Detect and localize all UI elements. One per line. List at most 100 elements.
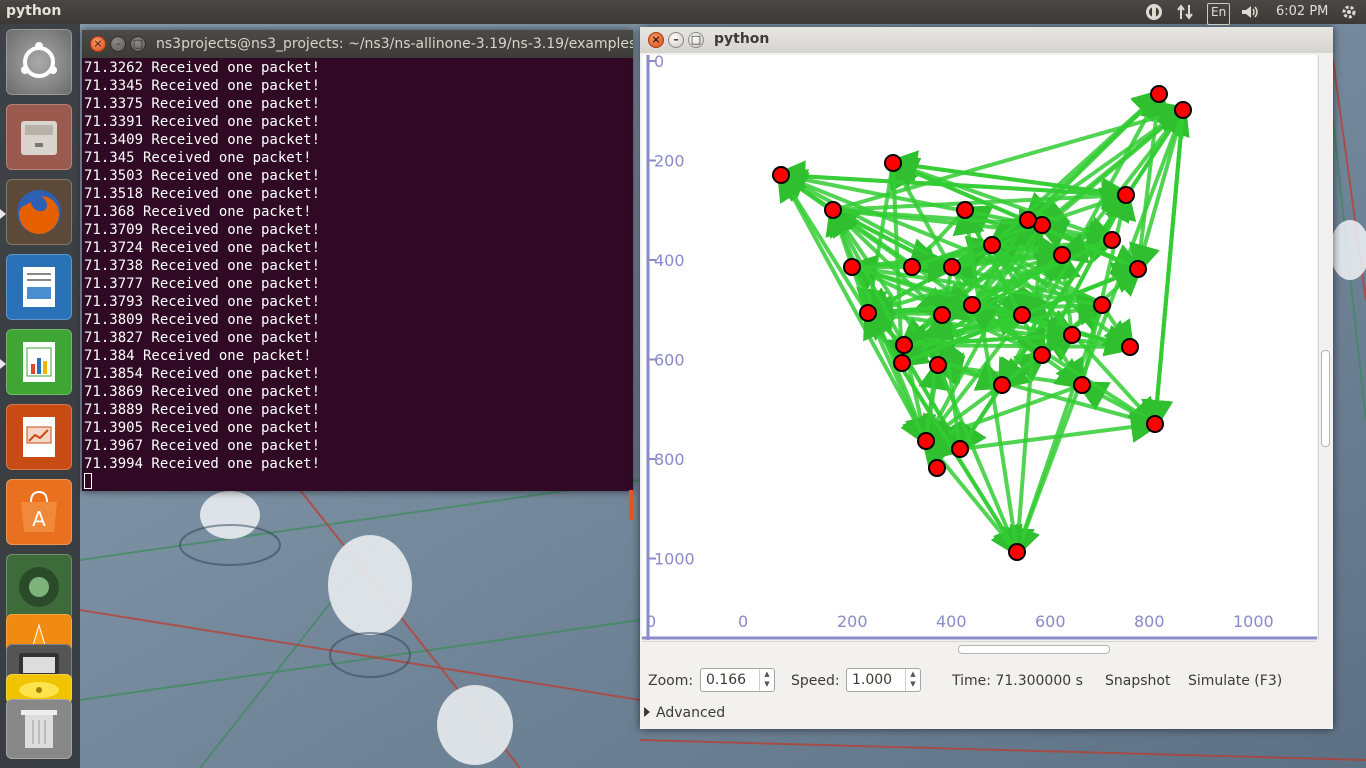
network-node[interactable] [929,356,947,374]
scroll-thumb[interactable] [958,645,1110,654]
minimize-icon[interactable]: – [668,32,684,48]
advanced-expander[interactable]: Advanced [644,705,725,721]
terminal-line: 71.3854 Received one packet! [84,366,321,382]
network-node[interactable] [917,432,935,450]
network-node[interactable] [1103,231,1121,249]
network-icon[interactable] [1176,2,1194,22]
network-topology-graph[interactable]: 0 200 400 600 800 1000 0 0 200 400 600 800 1000 [642,55,1317,640]
terminal-titlebar[interactable]: × – □ ns3projects@ns3_projects: ~/ns3/ns… [82,30,633,58]
terminal-output[interactable]: 71.3262 Received one packet! 71.3345 Rece… [82,58,633,492]
network-node[interactable] [1150,85,1168,103]
ubuntu-dash-icon[interactable] [6,29,72,95]
software-center-icon[interactable]: A [6,479,72,545]
x-tick-label: 1000 [1233,612,1274,631]
terminal-line: 71.3409 Received one packet! [84,132,321,148]
volume-icon[interactable] [1240,2,1260,22]
network-node[interactable] [983,236,1001,254]
settings-gear-icon[interactable] [1340,2,1358,22]
network-node[interactable] [1073,376,1091,394]
spin-arrows-icon[interactable]: ▲ ▼ [759,669,774,691]
firefox-icon[interactable] [6,179,72,245]
simulate-button[interactable]: Simulate (F3) [1188,673,1282,689]
zoom-value: 0.166 [706,672,747,688]
terminal-line: 71.3905 Received one packet! [84,420,321,436]
network-node[interactable] [1019,211,1037,229]
spin-arrows-icon[interactable]: ▲ ▼ [905,669,920,691]
terminal-line: 71.3809 Received one packet! [84,312,321,328]
zoom-label: Zoom: [648,673,694,689]
canvas-horizontal-scrollbar[interactable] [642,641,1316,656]
terminal-line: 71.3738 Received one packet! [84,258,321,274]
minimize-icon[interactable]: – [110,36,126,52]
sim-time: Time: 71.300000 s [952,673,1083,689]
packet-link-arrow [924,103,1188,443]
terminal-prompt-line [84,473,631,491]
network-node[interactable] [1174,101,1192,119]
network-node[interactable] [1008,543,1026,561]
speed-spinbutton[interactable]: 1.000 ▲ ▼ [846,668,921,692]
dropbox-icon[interactable] [1144,2,1164,22]
network-node[interactable] [963,296,981,314]
network-node[interactable] [943,258,961,276]
pyviz-titlebar[interactable]: × – □ python [640,27,1333,53]
active-app-title: python [6,3,62,19]
terminal-line: 71.3503 Received one packet! [84,168,321,184]
keyboard-language-icon[interactable]: En [1207,3,1231,25]
close-icon[interactable]: × [648,32,664,48]
terminal-scrollbar[interactable] [629,490,633,520]
network-node[interactable] [843,258,861,276]
close-icon[interactable]: × [90,36,106,52]
zoom-spinbutton[interactable]: 0.166 ▲ ▼ [700,668,775,692]
network-node[interactable] [1053,246,1071,264]
x-tick-label: 800 [1134,612,1165,631]
files-icon[interactable] [6,104,72,170]
pyviz-window[interactable]: × – □ python 0 200 400 600 800 1000 0 0 200 400 6… [640,27,1333,729]
pyviz-title: python [714,31,770,47]
pyviz-toolbar: Zoom: 0.166 ▲ ▼ Speed: 1.000 ▲ ▼ Time: 71.… [640,667,1333,697]
svg-text:A: A [32,507,46,531]
network-node[interactable] [993,376,1011,394]
network-node[interactable] [1033,346,1051,364]
maximize-icon[interactable]: □ [130,36,146,52]
y-tick-label: 0 [654,55,664,71]
workspace-switcher-icon[interactable] [6,554,72,620]
x-tick-label: 600 [1035,612,1066,631]
network-node[interactable] [928,459,946,477]
network-node[interactable] [903,258,921,276]
maximize-icon[interactable]: □ [688,32,704,48]
speed-value: 1.000 [852,672,893,688]
network-node[interactable] [1121,338,1139,356]
terminal-line: 71.3391 Received one packet! [84,114,321,130]
snapshot-button[interactable]: Snapshot [1105,673,1170,689]
network-node[interactable] [1117,186,1135,204]
network-node[interactable] [824,201,842,219]
terminal-window[interactable]: × – □ ns3projects@ns3_projects: ~/ns3/ns… [82,30,633,520]
terminal-line: 71.3375 Received one packet! [84,96,321,112]
libreoffice-impress-icon[interactable] [6,404,72,470]
network-node[interactable] [859,304,877,322]
clock[interactable]: 6:02 PM [1276,2,1328,22]
canvas-vertical-scrollbar[interactable] [1318,55,1331,640]
trash-icon[interactable] [6,699,72,759]
network-node[interactable] [884,154,902,172]
network-node[interactable] [1013,306,1031,324]
top-panel: python En 6:02 PM [0,0,1366,25]
network-node[interactable] [895,336,913,354]
network-node[interactable] [1146,415,1164,433]
expander-triangle-icon [644,707,650,717]
network-node[interactable] [933,306,951,324]
network-node[interactable] [1063,326,1081,344]
network-canvas[interactable]: 0 200 400 600 800 1000 0 0 200 400 600 800 1000 [642,55,1317,640]
network-node[interactable] [893,354,911,372]
network-node[interactable] [956,201,974,219]
libreoffice-writer-icon[interactable] [6,254,72,320]
terminal-line: 71.3869 Received one packet! [84,384,321,400]
scroll-thumb[interactable] [1321,350,1330,447]
network-node[interactable] [1129,260,1147,278]
network-node[interactable] [1093,296,1111,314]
network-node[interactable] [951,440,969,458]
terminal-line: 71.368 Received one packet! [84,204,312,220]
network-node[interactable] [772,166,790,184]
terminal-line: 71.3262 Received one packet! [84,60,321,76]
libreoffice-calc-icon[interactable] [6,329,72,395]
